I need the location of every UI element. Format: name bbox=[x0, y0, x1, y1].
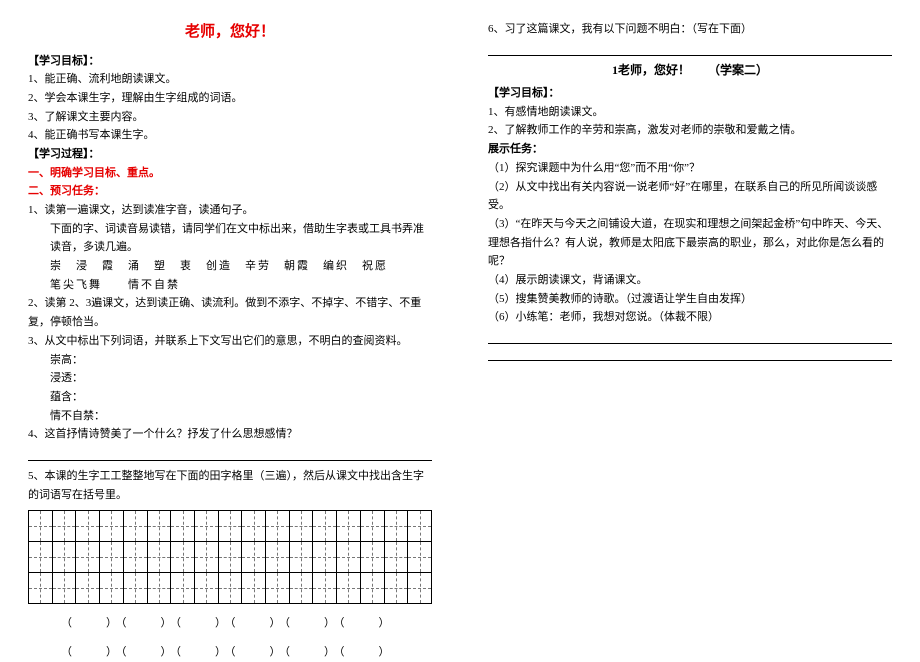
task-item: 1、读第一遍课文，达到读准字音，读通句子。 bbox=[28, 201, 432, 220]
vocab-row: 崇 浸 霞 涌 塑 衷 创造 辛劳 朝霞 编织 祝愿 bbox=[28, 257, 432, 276]
subplan-title: 1老师，您好！ （学案二） bbox=[488, 60, 892, 80]
lesson-title: 老师，您好！ bbox=[28, 20, 432, 46]
paren-row: （ ）（ ）（ ）（ ）（ ）（ ） bbox=[28, 643, 432, 662]
paren-row: （ ）（ ）（ ）（ ）（ ）（ ） bbox=[28, 614, 432, 633]
goals-header: 【学习目标】： bbox=[488, 84, 892, 103]
step-heading: 一、明确学习目标、重点。 bbox=[28, 164, 432, 183]
vocab-row: 笔尖飞舞 情不自禁 bbox=[28, 276, 432, 295]
tianzi-grid bbox=[28, 510, 432, 604]
show-task: （2）从文中找出有关内容说一说老师“好”在哪里，在联系自己的所见所闻谈谈感受。 bbox=[488, 178, 892, 215]
show-tasks-header: 展示任务： bbox=[488, 140, 892, 159]
goal-item: 2、了解教师工作的辛劳和崇高，激发对老师的崇敬和爱戴之情。 bbox=[488, 121, 892, 140]
word-define: 浸透： bbox=[28, 369, 432, 388]
show-task: （6）小练笔：老师，我想对您说。（体裁不限） bbox=[488, 308, 892, 327]
show-task: （3）“在昨天与今天之间铺设大道，在现实和理想之间架起金桥”句中昨天、今天、理想… bbox=[488, 215, 892, 271]
goal-item: 1、能正确、流利地朗读课文。 bbox=[28, 70, 432, 89]
show-task: （4）展示朗读课文，背诵课文。 bbox=[488, 271, 892, 290]
word-define: 情不自禁： bbox=[28, 407, 432, 426]
left-column: 老师，您好！ 【学习目标】： 1、能正确、流利地朗读课文。 2、学会本课生字，理… bbox=[0, 0, 460, 650]
goal-item: 4、能正确书写本课生字。 bbox=[28, 126, 432, 145]
step-heading: 二、预习任务： bbox=[28, 182, 432, 201]
blank-line bbox=[28, 446, 432, 461]
goal-item: 1、有感情地朗读课文。 bbox=[488, 103, 892, 122]
show-task: （1）探究课题中为什么用“您”而不用“你”？ bbox=[488, 159, 892, 178]
word-define: 崇高： bbox=[28, 351, 432, 370]
right-column: 6、习了这篇课文，我有以下问题不明白：（写在下面） 1老师，您好！ （学案二） … bbox=[460, 0, 920, 650]
task-note: 下面的字、词读音易读错，请同学们在文中标出来，借助生字表或工具书弄准读音，多读几… bbox=[28, 220, 432, 257]
task-item: 4、这首抒情诗赞美了一个什么？抒发了什么思想感情？ bbox=[28, 425, 432, 444]
show-task: （5）搜集赞美教师的诗歌。（过渡语让学生自由发挥） bbox=[488, 290, 892, 309]
task-item: 6、习了这篇课文，我有以下问题不明白：（写在下面） bbox=[488, 20, 892, 39]
task-item: 3、从文中标出下列词语，并联系上下文写出它们的意思，不明白的查阅资料。 bbox=[28, 332, 432, 351]
task-item: 5、本课的生字工工整整地写在下面的田字格里（三遍），然后从课文中找出含生字的词语… bbox=[28, 467, 432, 504]
blank-line bbox=[488, 329, 892, 344]
goal-item: 2、学会本课生字，理解由生字组成的词语。 bbox=[28, 89, 432, 108]
blank-line bbox=[488, 41, 892, 56]
blank-line bbox=[488, 346, 892, 361]
task-item: 2、读第 2、3遍课文，达到读正确、读流利。做到不添字、不掉字、不错字、不重复，… bbox=[28, 294, 432, 331]
goal-item: 3、了解课文主要内容。 bbox=[28, 108, 432, 127]
word-define: 蕴含： bbox=[28, 388, 432, 407]
process-header: 【学习过程】： bbox=[28, 145, 432, 164]
goals-header: 【学习目标】： bbox=[28, 52, 432, 71]
